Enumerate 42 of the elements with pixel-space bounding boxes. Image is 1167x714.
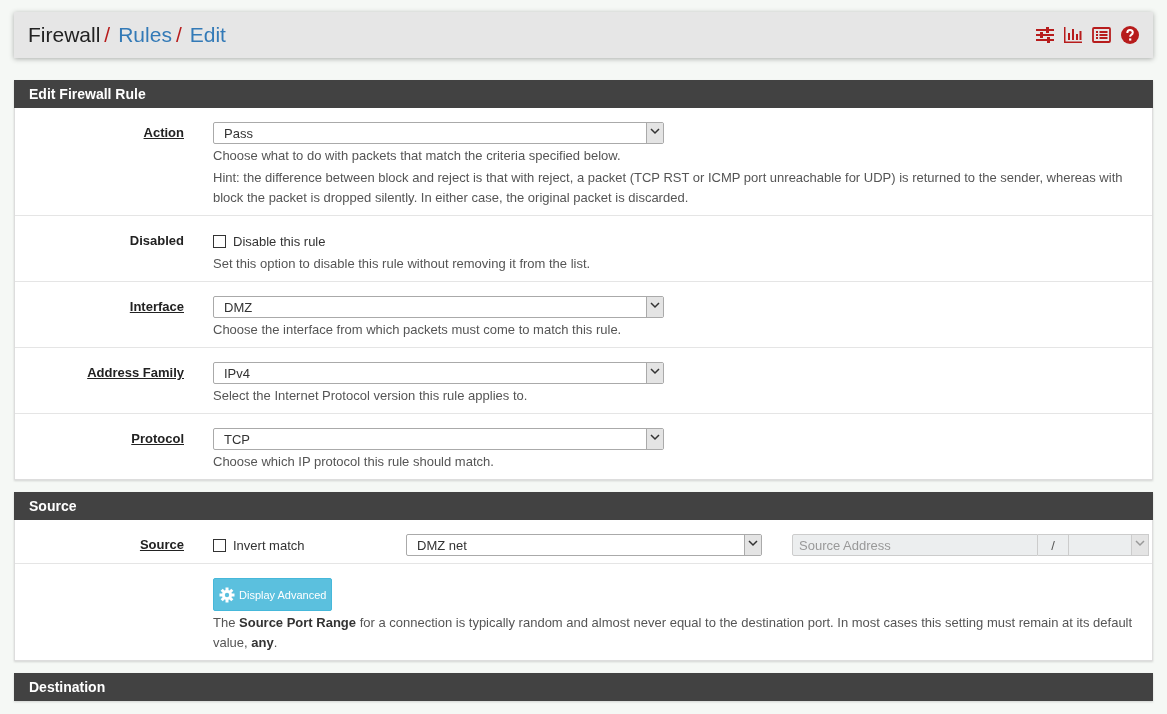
field-label: Protocol [131,431,184,446]
caret-icon [646,363,663,383]
breadcrumb-link[interactable]: Rules [118,23,172,47]
select-field[interactable]: Pass [213,122,664,144]
checkbox[interactable] [213,538,226,552]
help-text: Choose the interface from which packets must come to match this rule. [213,321,623,339]
breadcrumb-separator: / [175,23,182,47]
bar-chart-icon[interactable] [1064,27,1082,43]
separator-text: / [1051,537,1055,553]
caret-icon [646,429,663,449]
breadcrumb-text: Firewall [28,23,101,47]
help-text: Set this option to disable this rule without removing it from the list. [213,255,592,273]
help-icon[interactable] [1121,26,1139,44]
caret-icon [744,535,761,555]
help-text: Choose which IP protocol this rule should match. [213,453,495,471]
section-header: Destination [14,673,1153,701]
select-field[interactable]: TCP [213,428,664,450]
checkbox-label: Disable this rule [233,233,326,249]
gear-icon [219,586,235,603]
help-text: Select the Internet Protocol version this rule applies to. [213,387,529,405]
checkbox-label: Invert match [233,537,305,553]
help-text: Hint: the difference between block and reject is that with reject, a packet (TCP RST or ICMP port unreachable for UDP) is returned to the sender, whereas with block the packet is dropped silently. In either case, the original packet is discarded. [213,169,1124,207]
field-label: Interface [129,299,184,314]
help-text: The Source Port Range for a connection is typically random and almost never equal to the destination port. In most cases this setting must remain at its default value, any. [213,614,1134,652]
field-label: Action [143,125,184,140]
caret-icon [646,123,663,143]
breadcrumb-separator: / [104,23,111,47]
select-field[interactable]: IPv4 [213,362,664,384]
select-field[interactable]: DMZ [213,296,664,318]
caret-icon [1131,535,1148,555]
breadcrumb-link[interactable]: Edit [189,23,226,47]
field-label: Disabled [129,233,184,248]
checkbox[interactable] [213,234,226,248]
section-header: Source [14,492,1153,520]
select-field[interactable]: DMZ net [406,534,762,556]
caret-icon [646,297,663,317]
sliders-icon[interactable] [1036,27,1054,43]
field-label: Source [139,537,184,552]
section-header: Edit Firewall Rule [14,80,1153,108]
field-label: Address Family [87,365,184,380]
help-text: Choose what to do with packets that match the criteria specified below. [213,147,622,165]
list-icon[interactable] [1092,27,1111,43]
